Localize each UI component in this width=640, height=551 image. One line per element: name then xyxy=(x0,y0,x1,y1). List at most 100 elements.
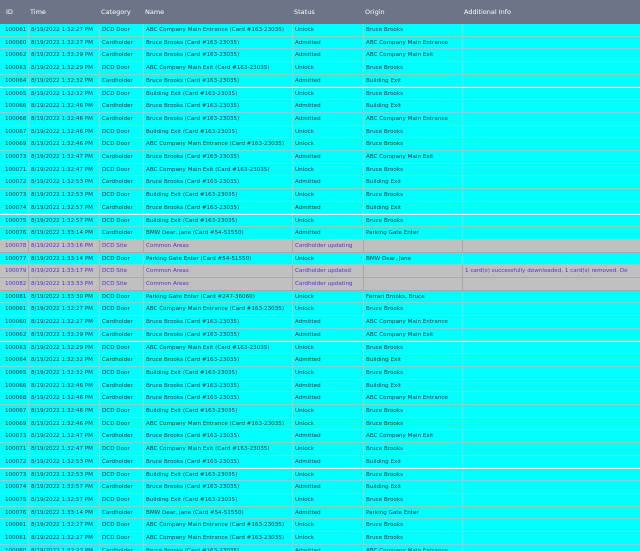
table-row[interactable]: 100079 8/19/2022 1:33:17 PM DCD Site Common… xyxy=(0,265,640,278)
cell-origin: BMW Dear, Jane xyxy=(363,252,462,265)
table-row[interactable]: 100063 8/19/2022 1:32:29 PM DCD Door ABC Co… xyxy=(0,341,640,355)
cell-id: 100071 xyxy=(5,446,27,453)
cell-category: DCD Door xyxy=(99,443,143,456)
cell-additional-info xyxy=(462,417,640,430)
table-row[interactable]: 100069 8/19/2022 1:32:46 PM DCD Door ABC Co… xyxy=(0,138,640,151)
table-row[interactable]: 100068 8/19/2022 1:32:46 PM Cardholder Bruc… xyxy=(0,392,640,405)
table-row[interactable]: 100066 8/19/2022 1:32:46 PM Cardholder Bruc… xyxy=(0,100,640,113)
cell-time: 8/19/2022 1:33:14 PM xyxy=(28,252,99,265)
cell-name: Building Exit (Card #163-23035) xyxy=(143,405,292,417)
table-row[interactable]: 100072 8/19/2022 1:32:53 PM Cardholder Bruc… xyxy=(0,176,640,190)
column-header-status[interactable]: Status xyxy=(292,0,363,24)
cell-name: Bruce Brooks (Card #163-23035) xyxy=(143,328,292,341)
table-row[interactable]: 100062 8/19/2022 1:32:29 PM Cardholder Bruc… xyxy=(0,328,640,342)
table-row[interactable]: 100073 8/19/2022 1:32:47 PM Cardholder Bruc… xyxy=(0,430,640,444)
cell-category: DCD Door xyxy=(99,417,143,430)
table-row[interactable]: 100065 8/19/2022 1:32:32 PM DCD Door Buildi… xyxy=(0,87,640,101)
table-row[interactable]: 100073 8/19/2022 1:32:47 PM Cardholder Bruc… xyxy=(0,151,640,164)
table-row[interactable]: 100073 8/19/2022 1:32:53 PM DCD Door Buildi… xyxy=(0,189,640,202)
table-row[interactable]: 100061 8/19/2022 1:32:27 PM DCD Door ABC Co… xyxy=(0,532,640,545)
table-row[interactable]: 100074 8/19/2022 1:32:57 PM Cardholder Bruc… xyxy=(0,481,640,494)
cell-time: 8/19/2022 1:32:46 PM xyxy=(28,405,99,417)
table-row[interactable]: 100066 8/19/2022 1:32:46 PM Cardholder Bruc… xyxy=(0,379,640,393)
column-header-origin[interactable]: Origin xyxy=(363,0,462,24)
cell-id: 100062 xyxy=(5,331,27,338)
table-row[interactable]: 100074 8/19/2022 1:32:57 PM Cardholder Bruc… xyxy=(0,201,640,215)
table-row[interactable]: 100069 8/19/2022 1:32:46 PM DCD Door ABC Co… xyxy=(0,417,640,431)
cell-name: Building Exit (Card #163-23035) xyxy=(143,87,292,100)
cell-additional-info xyxy=(462,252,640,265)
cell-id: 100060 xyxy=(5,319,27,326)
cell-name: ABC Company Main Exit (Card #163-23035) xyxy=(143,443,292,456)
table-row[interactable]: 100071 8/19/2022 1:32:47 PM DCD Door ABC Co… xyxy=(0,163,640,177)
cell-origin: ABC Company Main Entrance xyxy=(363,112,462,125)
cell-additional-info xyxy=(462,227,640,240)
table-row[interactable]: 100060 8/19/2022 1:32:27 PM Cardholder Bruc… xyxy=(0,316,640,329)
table-row[interactable]: 100064 8/19/2022 1:32:32 PM Cardholder Bruc… xyxy=(0,354,640,367)
cell-additional-info xyxy=(462,493,640,506)
cell-status: Admitted xyxy=(292,481,363,494)
table-row[interactable]: 100078 8/19/2022 1:33:16 PM DCD Site Common… xyxy=(0,239,640,253)
cell-name: Building Exit (Card #163-23035) xyxy=(143,366,292,379)
cell-id: 100074 xyxy=(5,484,27,491)
table-row[interactable]: 100064 8/19/2022 1:32:32 PM Cardholder Bruc… xyxy=(0,74,640,88)
table-row[interactable]: 100076 8/19/2022 1:33:14 PM Cardholder BMW … xyxy=(0,506,640,520)
cell-time: 8/19/2022 1:32:27 PM xyxy=(28,36,99,49)
cell-origin: Ferrari Brooks, Bruce xyxy=(363,290,462,303)
cell-additional-info xyxy=(462,151,640,163)
table-row[interactable]: 100060 8/19/2022 1:32:27 PM Cardholder Bruc… xyxy=(0,544,640,551)
table-row[interactable]: 100073 8/19/2022 1:32:53 PM DCD Door Buildi… xyxy=(0,468,640,482)
column-header-category[interactable]: Category xyxy=(99,0,143,24)
cell-time: 8/19/2022 1:32:46 PM xyxy=(28,125,99,138)
cell-time: 8/19/2022 1:32:57 PM xyxy=(28,493,99,506)
table-row[interactable]: 100063 8/19/2022 1:32:29 PM DCD Door ABC Co… xyxy=(0,62,640,75)
cell-additional-info xyxy=(462,430,640,443)
cell-name: Bruce Brooks (Card #163-23035) xyxy=(143,49,292,62)
cell-time: 8/19/2022 1:32:53 PM xyxy=(28,189,99,202)
table-row[interactable]: 100075 8/19/2022 1:32:57 PM DCD Door Buildi… xyxy=(0,493,640,507)
cell-category: Cardholder xyxy=(99,176,143,189)
table-row[interactable]: 100076 8/19/2022 1:33:14 PM Cardholder BMW … xyxy=(0,227,640,240)
table-row[interactable]: 100077 8/19/2022 1:33:14 PM DCD Door Parkin… xyxy=(0,252,640,266)
table-row[interactable]: 100071 8/19/2022 1:32:47 PM DCD Door ABC Co… xyxy=(0,443,640,456)
cell-time: 8/19/2022 1:32:46 PM xyxy=(28,138,99,151)
cell-category: Cardholder xyxy=(99,544,143,551)
table-row[interactable]: 100067 8/19/2022 1:32:46 PM DCD Door Buildi… xyxy=(0,405,640,418)
table-row[interactable]: 100061 8/19/2022 1:32:27 PM DCD Door ABC Co… xyxy=(0,303,640,317)
cell-name: BMW Dear, Jane (Card #54-51550) xyxy=(143,227,292,240)
column-header-name[interactable]: Name xyxy=(143,0,292,24)
table-row[interactable]: 100060 8/19/2022 1:32:27 PM Cardholder Bruc… xyxy=(0,36,640,50)
table-row[interactable]: 100062 8/19/2022 1:32:29 PM Cardholder Bruc… xyxy=(0,49,640,63)
column-header-additional-info[interactable]: Additional Info xyxy=(462,0,640,24)
cell-additional-info xyxy=(462,544,640,551)
table-row[interactable]: 100075 8/19/2022 1:32:57 PM DCD Door Buildi… xyxy=(0,214,640,228)
cell-id: 100082 xyxy=(5,281,27,287)
cell-additional-info xyxy=(462,62,640,75)
cell-time: 8/19/2022 1:32:47 PM xyxy=(28,443,99,456)
table-row[interactable]: 100081 8/19/2022 1:33:30 PM DCD Door Parkin… xyxy=(0,290,640,304)
cell-additional-info xyxy=(462,239,640,252)
table-row[interactable]: 100065 8/19/2022 1:32:32 PM DCD Door Buildi… xyxy=(0,366,640,380)
table-row[interactable]: 100068 8/19/2022 1:32:46 PM Cardholder Bruc… xyxy=(0,112,640,126)
table-row[interactable]: 100072 8/19/2022 1:32:53 PM Cardholder Bruc… xyxy=(0,455,640,469)
cell-category: DCD Site xyxy=(99,278,143,290)
cell-additional-info: 1 card(s) successfully downloaded, 1 car… xyxy=(462,265,640,278)
cell-origin: Bruce Brooks xyxy=(363,138,462,151)
table-row[interactable]: 100067 8/19/2022 1:32:46 PM DCD Door Buildi… xyxy=(0,125,640,139)
column-header-time[interactable]: Time xyxy=(28,0,99,24)
cell-id: 100071 xyxy=(5,166,27,173)
cell-status: Admitted xyxy=(292,49,363,62)
cell-origin: ABC Company Main Entrance xyxy=(363,316,462,329)
table-row[interactable]: 100082 8/19/2022 1:33:33 PM DCD Site Common… xyxy=(0,278,640,291)
cell-category: Cardholder xyxy=(99,455,143,468)
table-row[interactable]: 100061 8/19/2022 1:32:27 PM DCD Door ABC Co… xyxy=(0,519,640,532)
cell-category: DCD Door xyxy=(99,163,143,176)
cell-id: 100076 xyxy=(5,230,27,237)
cell-id: 100062 xyxy=(5,52,27,59)
cell-name: Bruce Brooks (Card #163-23035) xyxy=(143,201,292,214)
cell-name: Bruce Brooks (Card #163-23035) xyxy=(143,74,292,87)
cell-category: Cardholder xyxy=(99,100,143,113)
column-header-id[interactable]: ID xyxy=(0,0,28,24)
table-row[interactable]: 100061 8/19/2022 1:32:27 PM DCD Door ABC Co… xyxy=(0,24,640,37)
cell-id: 100073 xyxy=(5,471,27,478)
